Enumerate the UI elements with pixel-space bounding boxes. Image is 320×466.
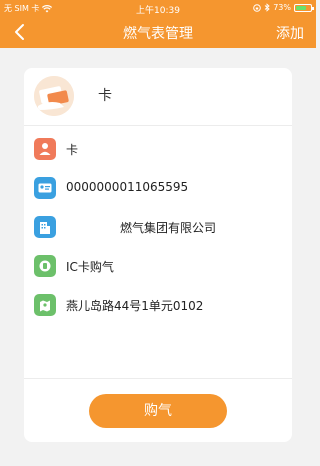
company-row: 燃气集团有限公司	[24, 214, 292, 240]
bluetooth-icon	[264, 3, 270, 12]
meter-number: 0000000011065595	[66, 180, 189, 194]
meter-card: 卡 卡 0000000011065595 燃气集团有限公司 IC卡购气 燕儿岛路…	[24, 68, 292, 442]
navbar: 燃气表管理 添加	[0, 18, 316, 46]
card-type-row: IC卡购气	[24, 253, 292, 279]
battery-icon	[294, 3, 314, 12]
battery-level	[296, 5, 307, 10]
address: 燕儿岛路44号1单元0102	[66, 299, 204, 313]
card-type: IC卡购气	[66, 260, 114, 274]
battery-percent: 73%	[273, 3, 291, 12]
status-bar: 无 SIM 卡 上午10:39 73%	[0, 2, 316, 16]
address-row: 燕儿岛路44号1单元0102	[24, 292, 292, 318]
company-name: 燃气集团有限公司	[120, 221, 217, 235]
building-icon	[34, 216, 56, 238]
card-header: 卡	[24, 68, 292, 126]
lock-rotation-icon	[253, 3, 262, 12]
meter-number-row: 0000000011065595	[24, 175, 292, 201]
page-title: 燃气表管理	[123, 26, 193, 42]
buy-gas-button[interactable]: 购气	[89, 394, 227, 428]
card-image	[34, 76, 74, 116]
header: 无 SIM 卡 上午10:39 73% 燃气表管理 添加	[0, 0, 316, 48]
location-icon	[34, 294, 56, 316]
add-button[interactable]: 添加	[276, 23, 304, 43]
user-icon	[34, 138, 56, 160]
ic-card-icon	[34, 255, 56, 277]
owner-name: 卡	[66, 143, 79, 157]
card-name: 卡	[98, 88, 112, 104]
id-card-icon	[34, 177, 56, 199]
status-right: 73%	[253, 3, 314, 12]
gas-card-illustration	[34, 76, 74, 116]
owner-row: 卡	[24, 136, 292, 162]
divider	[24, 378, 292, 379]
